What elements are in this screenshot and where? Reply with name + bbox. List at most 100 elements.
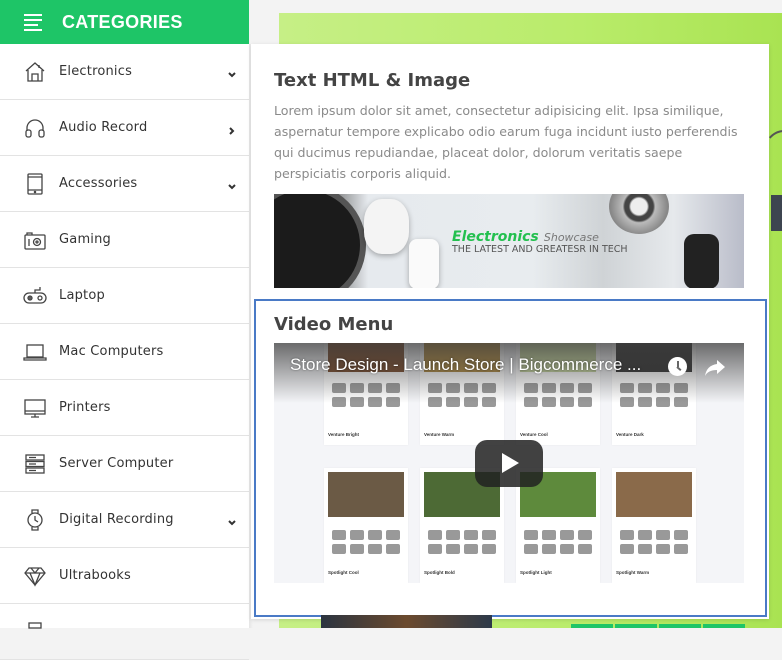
category-list: Electronics Audio Record Accessories Gam… <box>0 44 249 660</box>
thumbnail-caption: Venture Dark <box>616 432 644 437</box>
sidebar-item-label: Printers <box>59 400 111 415</box>
share-icon[interactable] <box>704 357 726 377</box>
product-swatch <box>368 530 382 540</box>
product-swatch <box>620 530 634 540</box>
thumbnail-caption: Spotlight Light <box>520 570 552 575</box>
sidebar-item-label: Mac Computers <box>59 344 164 359</box>
thumbnail-caption: Spotlight Bold <box>424 570 455 575</box>
product-swatch <box>656 530 670 540</box>
product-swatch <box>638 530 652 540</box>
camera-icon <box>23 228 47 252</box>
diamond-icon <box>23 564 47 588</box>
sidebar-item-label: Accessories <box>59 176 138 191</box>
thumbnail-caption: Venture Cool <box>520 432 548 437</box>
product-swatch <box>386 544 400 554</box>
mega-menu-panel: Text HTML & Image Lorem ipsum dolor sit … <box>251 44 769 619</box>
video-title[interactable]: Store Design - Launch Store | Bigcommerc… <box>290 355 641 375</box>
sidebar-item-server-computer[interactable]: Server Computer <box>0 436 249 492</box>
text-section-heading: Text HTML & Image <box>274 70 471 91</box>
sidebar-item-printers[interactable]: Printers <box>0 380 249 436</box>
product-swatch <box>386 530 400 540</box>
watch-icon <box>23 508 47 532</box>
watch-later-icon[interactable] <box>668 357 687 376</box>
sidebar-item-ultrabooks[interactable]: Ultrabooks <box>0 548 249 604</box>
text-section-paragraph: Lorem ipsum dolor sit amet, consectetur … <box>274 103 738 181</box>
product-swatch <box>638 544 652 554</box>
play-button[interactable] <box>475 440 543 487</box>
product-swatch <box>578 544 592 554</box>
product-swatch <box>482 544 496 554</box>
sidebar-item-label: Server Computer <box>59 456 174 471</box>
camera-lens-image <box>609 194 669 234</box>
gamepad-icon <box>23 284 47 308</box>
sidebar-item-partial[interactable] <box>0 604 249 660</box>
bottom-image-partial <box>321 615 492 628</box>
home-icon <box>23 60 47 84</box>
video-section-heading: Video Menu <box>274 314 394 335</box>
product-swatch <box>674 530 688 540</box>
server-icon <box>23 452 47 476</box>
product-swatch <box>542 544 556 554</box>
sidebar-item-accessories[interactable]: Accessories <box>0 156 249 212</box>
product-swatch <box>368 544 382 554</box>
categories-sidebar: CATEGORIES Electronics Audio Record Acce… <box>0 0 249 660</box>
electronics-showcase-banner[interactable]: Electronics Showcase THE LATEST AND GREA… <box>274 194 744 288</box>
thumbnail-image <box>328 472 404 517</box>
menu-icon <box>24 11 42 34</box>
video-player[interactable]: Venture Bright Venture Warm Venture Cool Ve… <box>274 343 744 583</box>
hero-button-edge[interactable] <box>771 195 782 231</box>
product-swatch <box>332 530 346 540</box>
sidebar-item-gaming[interactable]: Gaming <box>0 212 249 268</box>
robot-vacuum-image <box>274 194 366 288</box>
product-swatch <box>560 544 574 554</box>
product-swatch <box>578 530 592 540</box>
product-swatch <box>446 544 460 554</box>
monitor-icon <box>23 396 47 420</box>
chevron-right-icon[interactable] <box>227 123 237 135</box>
sidebar-item-electronics[interactable]: Electronics <box>0 44 249 100</box>
product-swatch <box>620 544 634 554</box>
banner-brand-bold: Electronics <box>452 229 539 245</box>
product-swatch <box>542 530 556 540</box>
banner-brand-light: Showcase <box>543 231 599 244</box>
product-swatch <box>464 544 478 554</box>
smartwatch-image <box>684 234 719 288</box>
video-thumbnail: Spotlight Cool <box>324 468 408 583</box>
tablet-icon <box>23 172 47 196</box>
headphones-icon <box>23 116 47 140</box>
sidebar-item-mac-computers[interactable]: Mac Computers <box>0 324 249 380</box>
product-swatch <box>482 530 496 540</box>
sidebar-item-label: Laptop <box>59 288 105 303</box>
categories-header[interactable]: CATEGORIES <box>0 0 249 44</box>
product-swatch <box>656 544 670 554</box>
product-swatch <box>524 530 538 540</box>
video-thumbnail: Spotlight Warm <box>612 468 696 583</box>
product-swatch <box>332 544 346 554</box>
security-camera-image <box>364 199 409 254</box>
product-swatch <box>428 530 442 540</box>
thumbnail-products <box>524 530 592 554</box>
product-swatch <box>350 544 364 554</box>
chevron-down-icon[interactable] <box>227 179 237 189</box>
product-swatch <box>464 530 478 540</box>
banner-tagline: THE LATEST AND GREATESR IN TECH <box>452 244 628 255</box>
chevron-down-icon[interactable] <box>227 515 237 525</box>
sidebar-item-label: Electronics <box>59 64 133 79</box>
printer-icon <box>23 620 47 644</box>
thumbnail-products <box>428 530 496 554</box>
thumbnail-caption: Spotlight Cool <box>328 570 359 575</box>
product-swatch <box>560 530 574 540</box>
laptop-icon <box>23 340 47 364</box>
action-camera-image <box>409 239 439 288</box>
sidebar-item-label: Gaming <box>59 232 112 247</box>
thumbnail-caption: Venture Bright <box>328 432 360 437</box>
sidebar-item-audio-record[interactable]: Audio Record <box>0 100 249 156</box>
categories-title: CATEGORIES <box>62 11 183 32</box>
sidebar-item-laptop[interactable]: Laptop <box>0 268 249 324</box>
banner-brand: Electronics Showcase <box>452 226 599 245</box>
thumbnail-caption: Spotlight Warm <box>616 570 650 575</box>
sidebar-item-label: Audio Record <box>59 120 148 135</box>
chevron-down-icon[interactable] <box>227 67 237 77</box>
sidebar-item-digital-recording[interactable]: Digital Recording <box>0 492 249 548</box>
sidebar-item-label: Ultrabooks <box>59 568 131 583</box>
